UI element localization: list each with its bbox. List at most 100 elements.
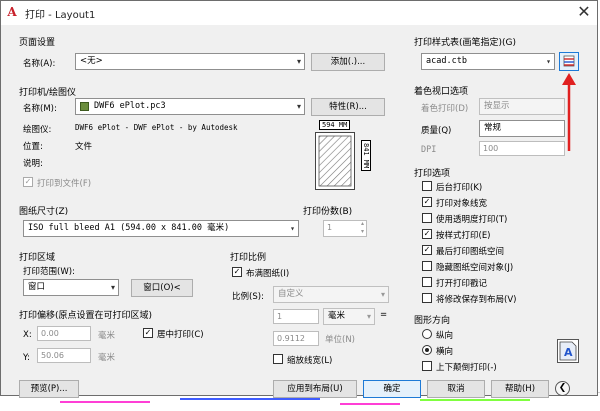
plot-style-table-value: acad.ctb [426, 56, 467, 66]
upside-down-label: 上下颠倒打印(-) [436, 363, 497, 373]
window-title: 打印 - Layout1 [25, 10, 96, 21]
plot-scale-group-title: 打印比例 [230, 253, 267, 263]
offset-x-value: 0.00 [41, 329, 59, 338]
plot-lineweights-label: 打印对象线宽 [436, 199, 488, 209]
location-value: 文件 [75, 142, 93, 152]
plotter-icon [80, 102, 89, 111]
scale-value: 自定义 [278, 289, 304, 299]
print-dialog: A 打印 - Layout1 ✕ 页面设置 名称(A): <无> ▾ 添加(.)… [0, 0, 598, 398]
printer-name-select[interactable]: DWF6 ePlot.pc3 ▾ [75, 98, 305, 115]
copies-input[interactable]: 1 ▴ ▾ [323, 220, 367, 237]
window-pick-button[interactable]: 窗口(O)< [131, 279, 193, 297]
page-setup-name-label: 名称(A): [23, 59, 56, 69]
shade-plot-select[interactable]: 按显示 [479, 98, 565, 115]
printer-properties-button[interactable]: 特性(R)... [311, 98, 385, 116]
chevron-down-icon: ▾ [296, 102, 301, 111]
plot-paperspace-last-checkbox[interactable]: ✓ [422, 245, 432, 255]
quality-select[interactable]: 常规 [479, 120, 565, 137]
fit-to-paper-label: 布满图纸(I) [246, 269, 290, 279]
printer-group-title: 打印机/绘图仪 [19, 88, 77, 98]
paper-size-group-title: 图纸尺寸(Z) [19, 207, 69, 217]
svg-text:A: A [564, 346, 573, 359]
scale-value1: 1 [277, 312, 283, 321]
add-page-setup-button[interactable]: 添加(.)... [311, 53, 385, 71]
dpi-input[interactable]: 100 [479, 141, 565, 156]
quality-value: 常规 [484, 123, 502, 133]
location-label: 位置: [23, 142, 43, 152]
offset-y-unit: 毫米 [98, 353, 116, 363]
chevron-down-icon: ▾ [296, 57, 301, 66]
center-plot-label: 居中打印(C) [157, 330, 204, 340]
dpi-value: 100 [483, 144, 499, 153]
hide-paperspace-objects-checkbox[interactable] [422, 261, 432, 271]
close-button[interactable]: ✕ [573, 3, 595, 23]
cancel-button[interactable]: 取消 [427, 380, 485, 398]
landscape-label: 横向 [436, 347, 454, 357]
scale-label: 比例(S): [232, 292, 264, 302]
orientation-group-title: 图形方向 [414, 316, 451, 326]
chevron-down-icon: ▾ [110, 283, 115, 292]
scale-lineweights-label: 缩放线宽(L) [287, 356, 333, 366]
fit-to-paper-checkbox[interactable]: ✓ [232, 267, 242, 277]
scale-value2-input[interactable]: 0.9112 [273, 331, 319, 346]
chevron-down-icon: ▾ [290, 224, 295, 233]
plot-to-file-checkbox[interactable]: ✓ [23, 177, 33, 187]
scale-unit2-label: 单位(N) [325, 335, 355, 345]
background-plot-checkbox[interactable] [422, 181, 432, 191]
plot-stamp-label: 打开打印戳记 [436, 279, 488, 289]
center-plot-checkbox[interactable]: ✓ [143, 328, 153, 338]
chevron-down-icon: ▾ [366, 312, 371, 321]
apply-to-layout-button[interactable]: 应用到布局(U) [273, 380, 357, 398]
plot-area-group-title: 打印区域 [19, 253, 56, 263]
chevron-down-icon: ▾ [380, 290, 385, 299]
shade-plot-label: 着色打印(D) [421, 104, 469, 114]
collapse-button[interactable]: ❮ [555, 381, 570, 396]
drawing-line [340, 403, 400, 405]
portrait-label: 纵向 [436, 331, 454, 341]
scale-lineweights-checkbox[interactable] [273, 354, 283, 364]
shaded-viewport-group-title: 着色视口选项 [414, 87, 469, 97]
orientation-preview: A [557, 339, 579, 363]
plot-range-select[interactable]: 窗口 ▾ [23, 279, 119, 296]
paper-size-value: ISO full bleed A1 (594.00 x 841.00 毫米) [28, 223, 230, 233]
save-to-layout-label: 将修改保存到布局(V) [436, 295, 517, 305]
offset-y-value: 50.06 [41, 351, 64, 360]
preview-width-label: 594 MM [319, 120, 351, 130]
dpi-label: DPI [421, 145, 437, 155]
plot-options-list: 后台打印(K) ✓ 打印对象线宽 使用透明度打印(T) ✓ 按样式打印(E) ✓… [420, 181, 580, 311]
drawing-line [180, 398, 320, 400]
scale-unit-select[interactable]: 毫米 ▾ [323, 308, 375, 325]
scale-value1-input[interactable]: 1 [273, 309, 319, 324]
preview-button[interactable]: 预览(P)... [19, 380, 79, 398]
paper-sheet [315, 132, 355, 190]
paper-size-select[interactable]: ISO full bleed A1 (594.00 x 841.00 毫米) ▾ [23, 220, 299, 237]
printer-name-value: DWF6 ePlot.pc3 [94, 101, 166, 111]
plot-lineweights-checkbox[interactable]: ✓ [422, 197, 432, 207]
edit-plot-style-button[interactable] [559, 52, 579, 71]
shade-plot-value: 按显示 [484, 101, 510, 111]
landscape-radio[interactable] [422, 345, 432, 355]
offset-y-input[interactable]: 50.06 [37, 348, 91, 363]
help-button[interactable]: 帮助(H) [491, 380, 549, 398]
scale-unit-value: 毫米 [328, 311, 346, 321]
plot-offset-group-title: 打印偏移(原点设置在可打印区域) [19, 311, 153, 321]
offset-x-input[interactable]: 0.00 [37, 326, 91, 341]
plot-with-styles-checkbox[interactable]: ✓ [422, 229, 432, 239]
paper-preview: 594 MM 841 MM [307, 120, 387, 192]
scale-equals: = [380, 310, 388, 320]
plot-stamp-checkbox[interactable] [422, 277, 432, 287]
plot-paperspace-last-label: 最后打印图纸空间 [436, 247, 505, 257]
plot-range-label: 打印范围(W): [23, 267, 75, 277]
page-setup-name-select[interactable]: <无> ▾ [75, 53, 305, 70]
plot-transparency-checkbox[interactable] [422, 213, 432, 223]
upside-down-checkbox[interactable] [422, 361, 432, 371]
chevron-down-icon: ▾ [546, 57, 551, 66]
portrait-radio[interactable] [422, 329, 432, 339]
drawing-line [60, 401, 150, 403]
save-to-layout-checkbox[interactable] [422, 293, 432, 303]
title-bar: A 打印 - Layout1 ✕ [1, 1, 597, 25]
ok-button[interactable]: 确定 [363, 380, 421, 398]
plot-style-table-select[interactable]: acad.ctb ▾ [421, 53, 555, 70]
scale-select[interactable]: 自定义 ▾ [273, 286, 389, 303]
printer-name-label: 名称(M): [23, 104, 57, 114]
